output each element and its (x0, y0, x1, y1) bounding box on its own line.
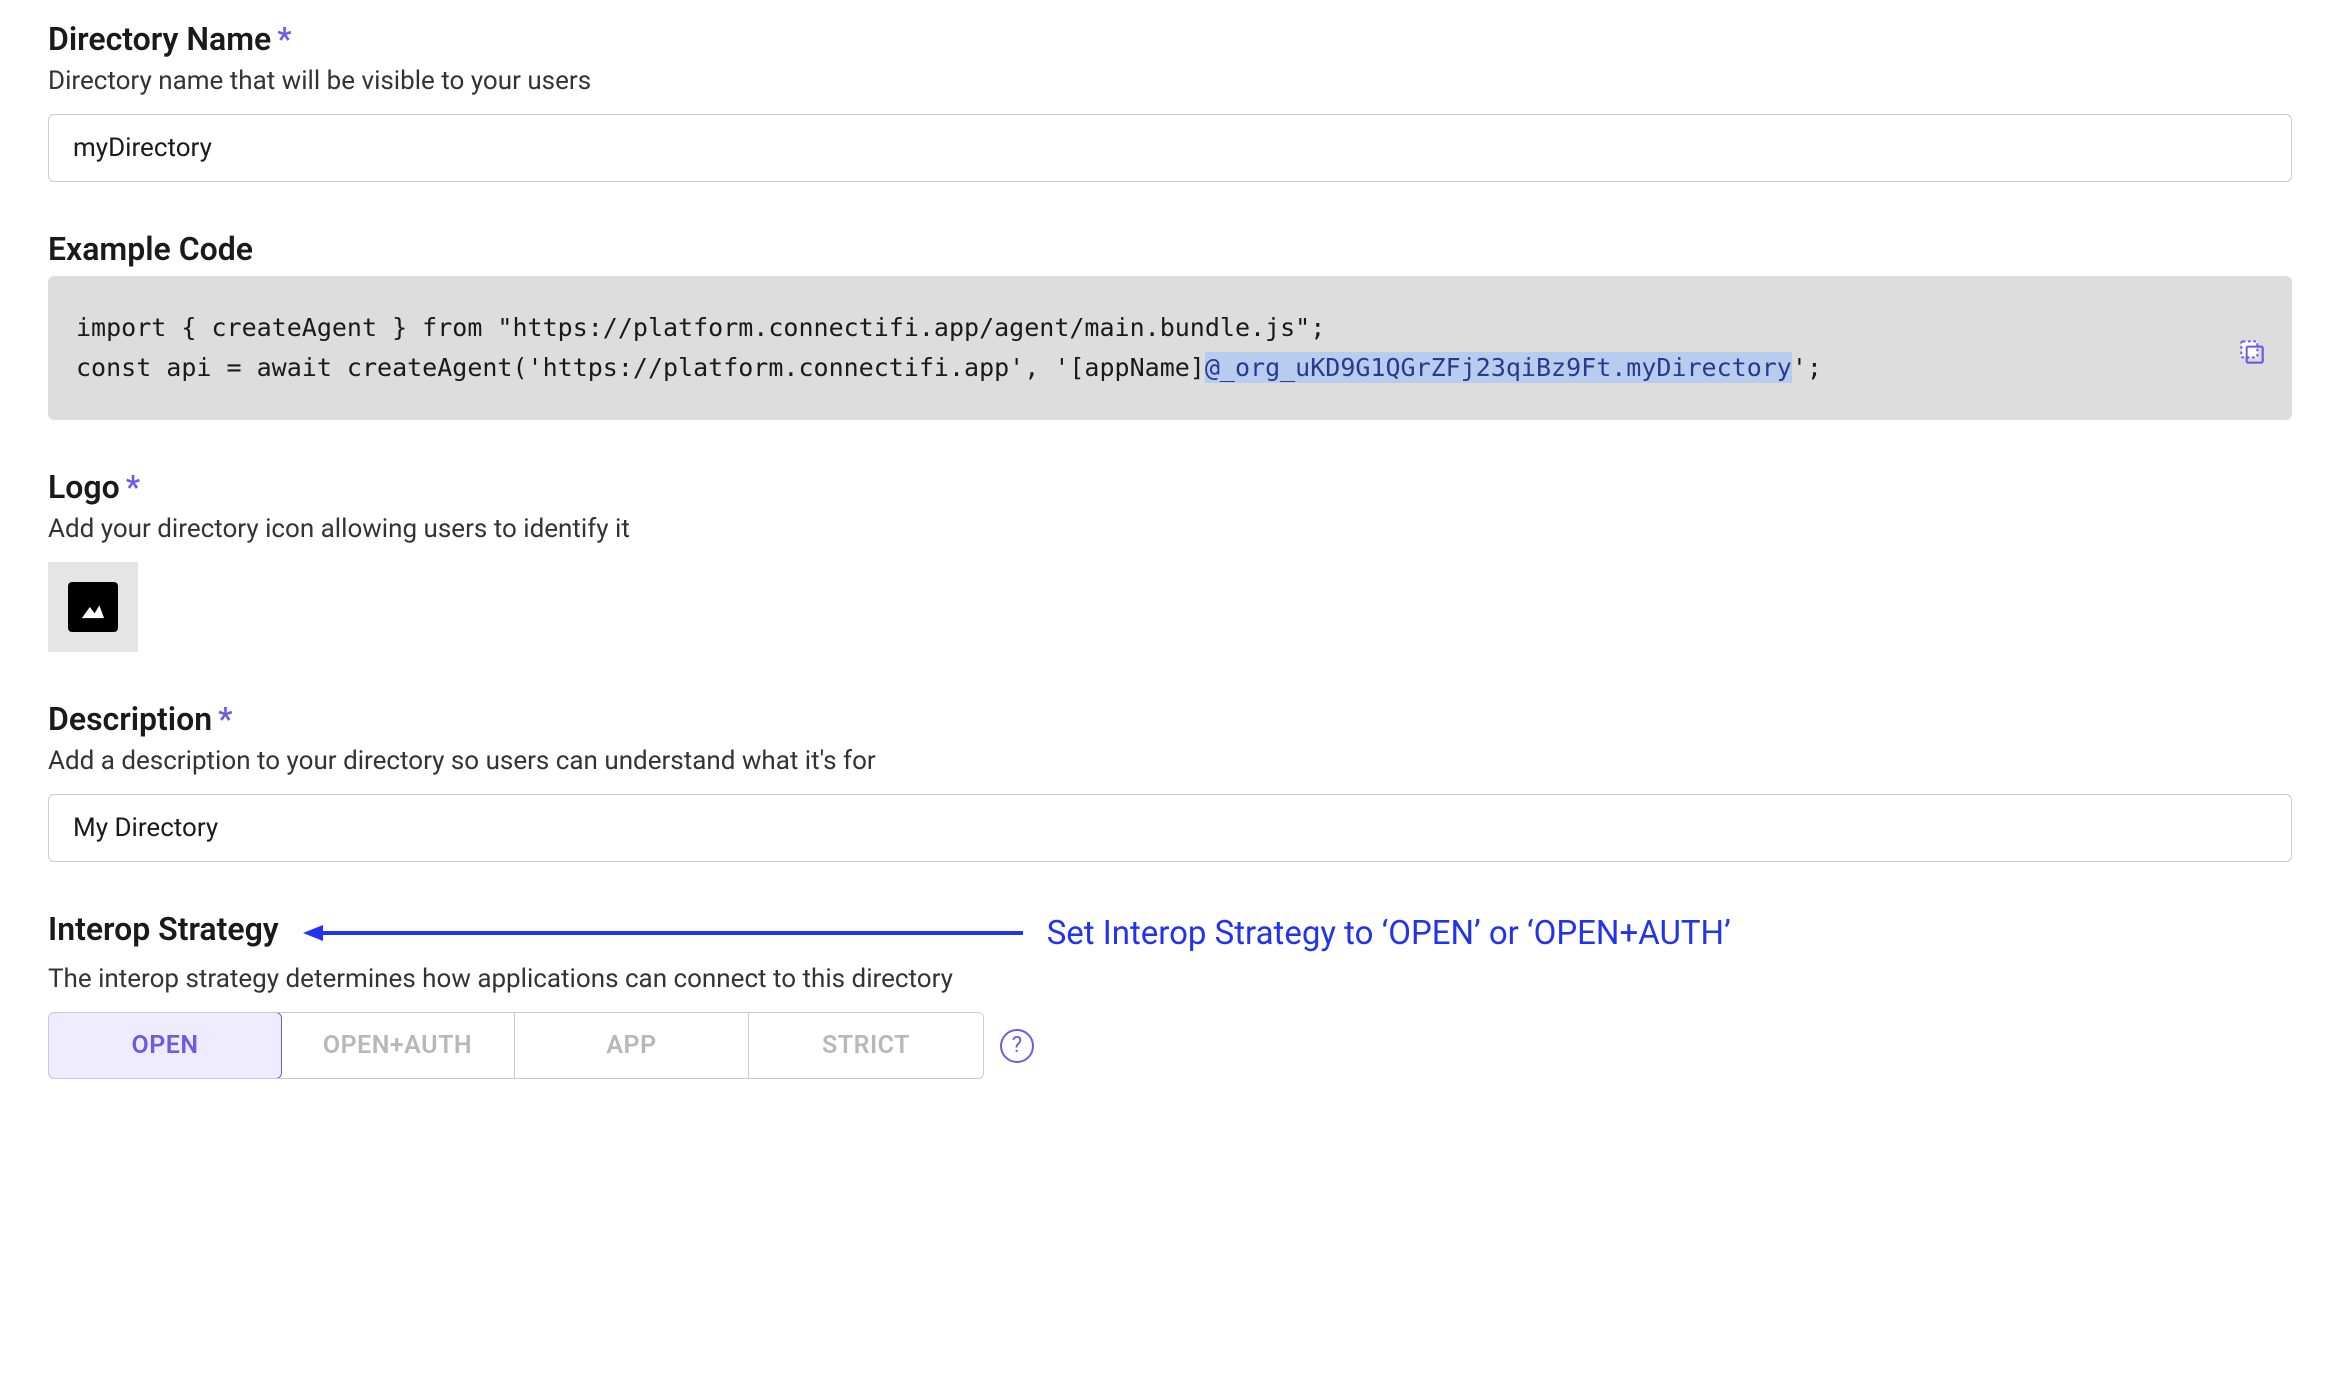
directory-name-section: Directory Name* Directory name that will… (48, 20, 2292, 182)
label-text: Description (48, 700, 212, 738)
example-code-label: Example Code (48, 230, 2292, 268)
interop-strategy-description: The interop strategy determines how appl… (48, 964, 2292, 994)
required-indicator: * (126, 468, 140, 506)
segment-strict[interactable]: STRICT (749, 1013, 983, 1078)
interop-strategy-control: OPEN OPEN+AUTH APP STRICT ? (48, 1012, 2292, 1079)
segment-open-auth[interactable]: OPEN+AUTH (281, 1013, 515, 1078)
annotation-text: Set Interop Strategy to ‘OPEN’ or ‘OPEN+… (1047, 914, 1731, 953)
description-input[interactable] (48, 794, 2292, 862)
code-block: import { createAgent } from "https://pla… (48, 276, 2292, 420)
annotation-arrow-icon (303, 921, 1023, 945)
interop-strategy-label: Interop Strategy (48, 910, 279, 948)
code-line-2-pre: const api = await createAgent('https://p… (76, 353, 1205, 382)
copy-icon[interactable] (2146, 296, 2268, 420)
segment-open[interactable]: OPEN (48, 1012, 282, 1079)
interop-header-row: Interop Strategy Set Interop Strategy to… (48, 910, 2292, 956)
code-line-2-post: '; (1792, 353, 1822, 382)
logo-description: Add your directory icon allowing users t… (48, 514, 2292, 544)
description-description: Add a description to your directory so u… (48, 746, 2292, 776)
required-indicator: * (277, 20, 291, 58)
label-text: Logo (48, 468, 120, 506)
logo-section: Logo* Add your directory icon allowing u… (48, 468, 2292, 652)
description-section: Description* Add a description to your d… (48, 700, 2292, 862)
logo-label: Logo* (48, 468, 2292, 506)
interop-strategy-section: Interop Strategy Set Interop Strategy to… (48, 910, 2292, 1079)
directory-name-label: Directory Name* (48, 20, 2292, 58)
help-icon[interactable]: ? (1000, 1029, 1034, 1063)
code-highlight: @_org_uKD9G1QGrZFj23qiBz9Ft.myDirectory (1205, 352, 1792, 383)
example-code-section: Example Code import { createAgent } from… (48, 230, 2292, 420)
code-line-1: import { createAgent } from "https://pla… (76, 313, 1325, 342)
required-indicator: * (218, 700, 232, 738)
directory-name-description: Directory name that will be visible to y… (48, 66, 2292, 96)
image-placeholder-icon (68, 582, 118, 632)
label-text: Directory Name (48, 20, 271, 58)
segment-app[interactable]: APP (515, 1013, 749, 1078)
directory-name-input[interactable] (48, 114, 2292, 182)
segments-group: OPEN OPEN+AUTH APP STRICT (48, 1012, 984, 1079)
logo-upload-button[interactable] (48, 562, 138, 652)
description-label: Description* (48, 700, 2292, 738)
